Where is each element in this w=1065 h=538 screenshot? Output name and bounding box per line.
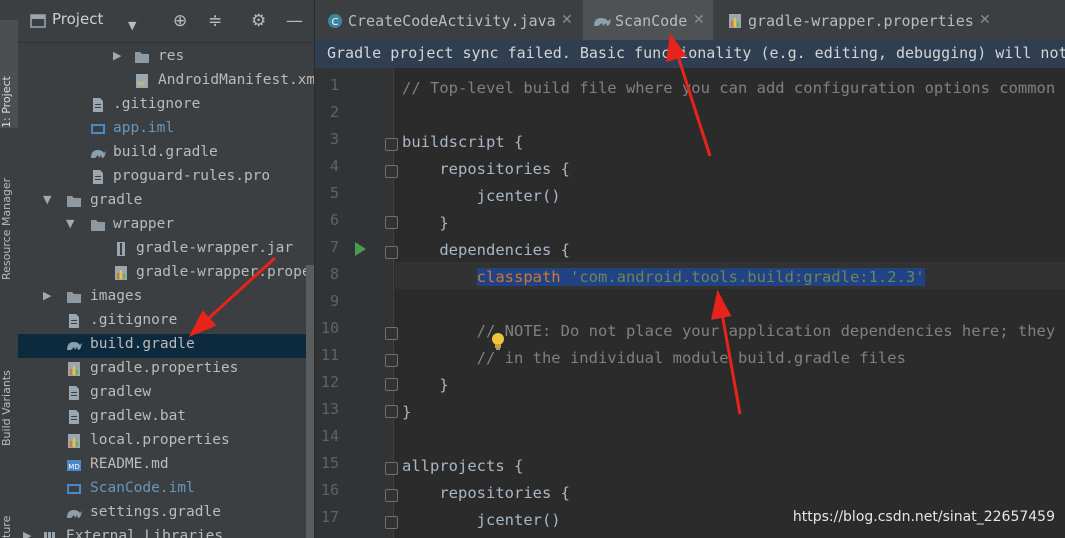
annotation-arrowhead: [711, 289, 732, 320]
annotation-arrow-tab: [674, 49, 712, 157]
annotation-arrow-classpath: [719, 307, 742, 415]
annotation-arrows: [188, 33, 742, 415]
annotation-arrow-build-gradle: [198, 256, 277, 328]
watermark: https://blog.csdn.net/sinat_22657459: [792, 509, 1055, 525]
annotation-arrowhead: [666, 33, 687, 63]
